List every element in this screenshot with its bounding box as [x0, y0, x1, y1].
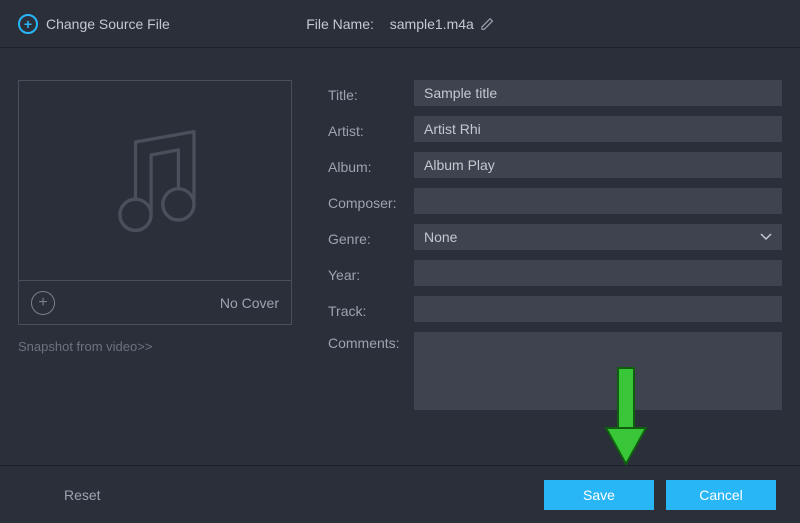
comments-textarea[interactable]: [414, 332, 782, 410]
cover-footer: + No Cover: [19, 280, 291, 324]
cancel-button[interactable]: Cancel: [666, 480, 776, 510]
plus-circle-icon: +: [18, 14, 38, 34]
change-source-file-button[interactable]: + Change Source File: [18, 14, 170, 34]
file-name-display: File Name: sample1.m4a: [306, 16, 494, 32]
snapshot-from-video-link[interactable]: Snapshot from video>>: [18, 339, 292, 354]
album-input[interactable]: [414, 152, 782, 178]
no-cover-label: No Cover: [220, 295, 279, 311]
composer-input[interactable]: [414, 188, 782, 214]
metadata-form: Title: Artist: Album: Composer: Genre: N…: [328, 80, 782, 420]
main-content: + No Cover Snapshot from video>> Title: …: [0, 48, 800, 420]
genre-label: Genre:: [328, 228, 414, 247]
comments-label: Comments:: [328, 332, 414, 351]
file-name-value: sample1.m4a: [390, 16, 474, 32]
artist-label: Artist:: [328, 120, 414, 139]
change-source-label: Change Source File: [46, 16, 170, 32]
title-input[interactable]: [414, 80, 782, 106]
cover-art-placeholder: [19, 81, 291, 280]
album-label: Album:: [328, 156, 414, 175]
artist-input[interactable]: [414, 116, 782, 142]
title-label: Title:: [328, 84, 414, 103]
genre-selected-value: None: [424, 229, 457, 245]
genre-select[interactable]: None: [414, 224, 782, 250]
chevron-down-icon: [760, 228, 772, 246]
file-name-label: File Name:: [306, 16, 374, 32]
year-label: Year:: [328, 264, 414, 283]
year-input[interactable]: [414, 260, 782, 286]
header: + Change Source File File Name: sample1.…: [0, 0, 800, 48]
pencil-icon[interactable]: [480, 17, 494, 31]
composer-label: Composer:: [328, 192, 414, 211]
footer: Reset Save Cancel: [0, 465, 800, 523]
add-cover-button[interactable]: +: [31, 291, 55, 315]
music-note-icon: [90, 116, 220, 246]
track-label: Track:: [328, 300, 414, 319]
cover-column: + No Cover Snapshot from video>>: [18, 80, 292, 420]
save-button[interactable]: Save: [544, 480, 654, 510]
track-input[interactable]: [414, 296, 782, 322]
cover-art-box: + No Cover: [18, 80, 292, 325]
reset-button[interactable]: Reset: [52, 481, 113, 509]
